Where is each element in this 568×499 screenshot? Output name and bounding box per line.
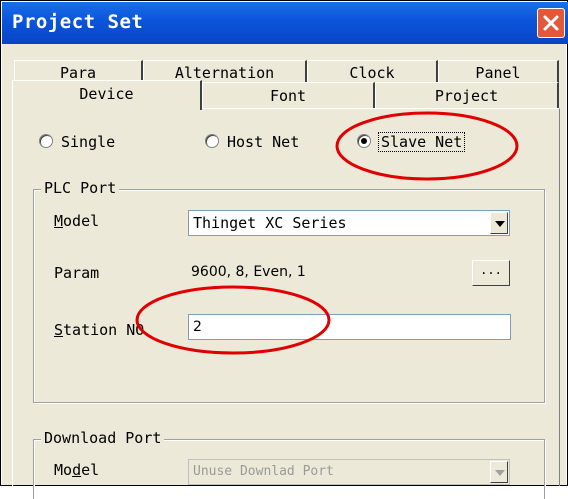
radio-host-net-indicator xyxy=(205,134,219,148)
tab-row-front: Device Font Project xyxy=(12,80,559,110)
radio-slave-net[interactable]: Slave Net xyxy=(357,132,466,152)
chevron-down-icon xyxy=(490,461,508,483)
dialog-body: Para Alternation Clock Panel Device Font… xyxy=(2,44,566,499)
plc-model-value: Thinget XC Series xyxy=(193,214,347,232)
tab-clock[interactable]: Clock xyxy=(307,60,438,82)
download-port-group-title: Download Port xyxy=(41,429,165,447)
download-model-label: Model xyxy=(54,461,100,479)
radio-single[interactable]: Single xyxy=(39,133,115,151)
close-icon xyxy=(543,15,559,31)
tab-para[interactable]: Para xyxy=(14,60,143,82)
radio-single-label: Single xyxy=(61,133,116,151)
tab-device[interactable]: Device xyxy=(12,80,202,110)
tab-alternation[interactable]: Alternation xyxy=(143,60,307,82)
device-tab-panel: Single Host Net Slave Net PLC Port Model… xyxy=(12,108,560,499)
chevron-down-icon[interactable] xyxy=(490,212,508,234)
station-no-label: Station NO xyxy=(54,321,145,339)
download-model-value: Unuse Downlad Port xyxy=(193,464,334,479)
radio-slave-net-indicator xyxy=(357,134,371,148)
title-bar[interactable]: Project Set xyxy=(2,2,568,44)
radio-host-net-label: Host Net xyxy=(227,133,300,151)
tab-font[interactable]: Font xyxy=(202,82,375,108)
download-model-select: Unuse Downlad Port xyxy=(188,459,510,485)
param-browse-button[interactable]: ... xyxy=(472,260,510,286)
plc-model-label: Model xyxy=(54,212,100,230)
window-title: Project Set xyxy=(12,11,144,33)
tab-panel[interactable]: Panel xyxy=(438,60,559,82)
plc-model-select[interactable]: Thinget XC Series xyxy=(188,210,510,236)
station-no-input[interactable]: 2 xyxy=(188,314,511,340)
param-label: Param xyxy=(54,264,100,282)
radio-host-net[interactable]: Host Net xyxy=(205,133,299,151)
radio-slave-net-label: Slave Net xyxy=(377,132,466,152)
project-set-window: Project Set Para Alternation Clock Panel… xyxy=(0,0,568,499)
tab-project[interactable]: Project xyxy=(375,82,559,108)
radio-single-indicator xyxy=(39,134,53,148)
param-value: 9600, 8, Even, 1 xyxy=(191,264,306,280)
plc-port-group-title: PLC Port xyxy=(41,179,120,197)
close-button[interactable] xyxy=(537,8,565,38)
